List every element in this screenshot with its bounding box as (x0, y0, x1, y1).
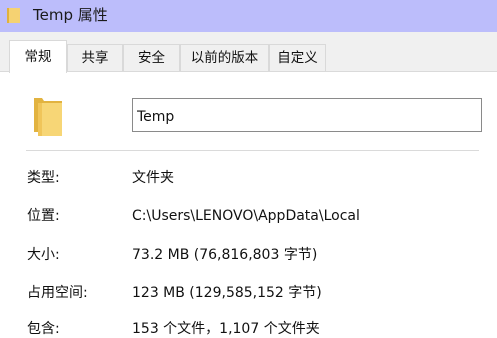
tab-previous-versions[interactable]: 以前的版本 (180, 44, 269, 71)
tab-security[interactable]: 安全 (123, 44, 180, 71)
type-value: 文件夹 (132, 170, 174, 186)
divider (26, 150, 479, 151)
folder-icon (34, 98, 62, 136)
tab-customize[interactable]: 自定义 (269, 44, 326, 71)
size-label: 大小: (27, 247, 60, 263)
location-label: 位置: (27, 208, 60, 224)
title-bar: Temp 属性 (0, 0, 497, 32)
folder-name-input[interactable] (132, 98, 482, 132)
folder-icon (7, 8, 20, 23)
type-label: 类型: (27, 170, 60, 186)
window-title: Temp 属性 (33, 6, 108, 24)
size-on-disk-value: 123 MB (129,585,152 字节) (132, 285, 322, 301)
contains-value: 153 个文件，1,107 个文件夹 (132, 321, 320, 337)
contains-label: 包含: (27, 321, 60, 337)
tab-general[interactable]: 常规 (9, 40, 67, 73)
tab-sharing[interactable]: 共享 (67, 44, 123, 71)
size-value: 73.2 MB (76,816,803 字节) (132, 247, 318, 263)
size-on-disk-label: 占用空间: (27, 285, 88, 301)
location-value: C:\Users\LENOVO\AppData\Local (132, 208, 360, 224)
